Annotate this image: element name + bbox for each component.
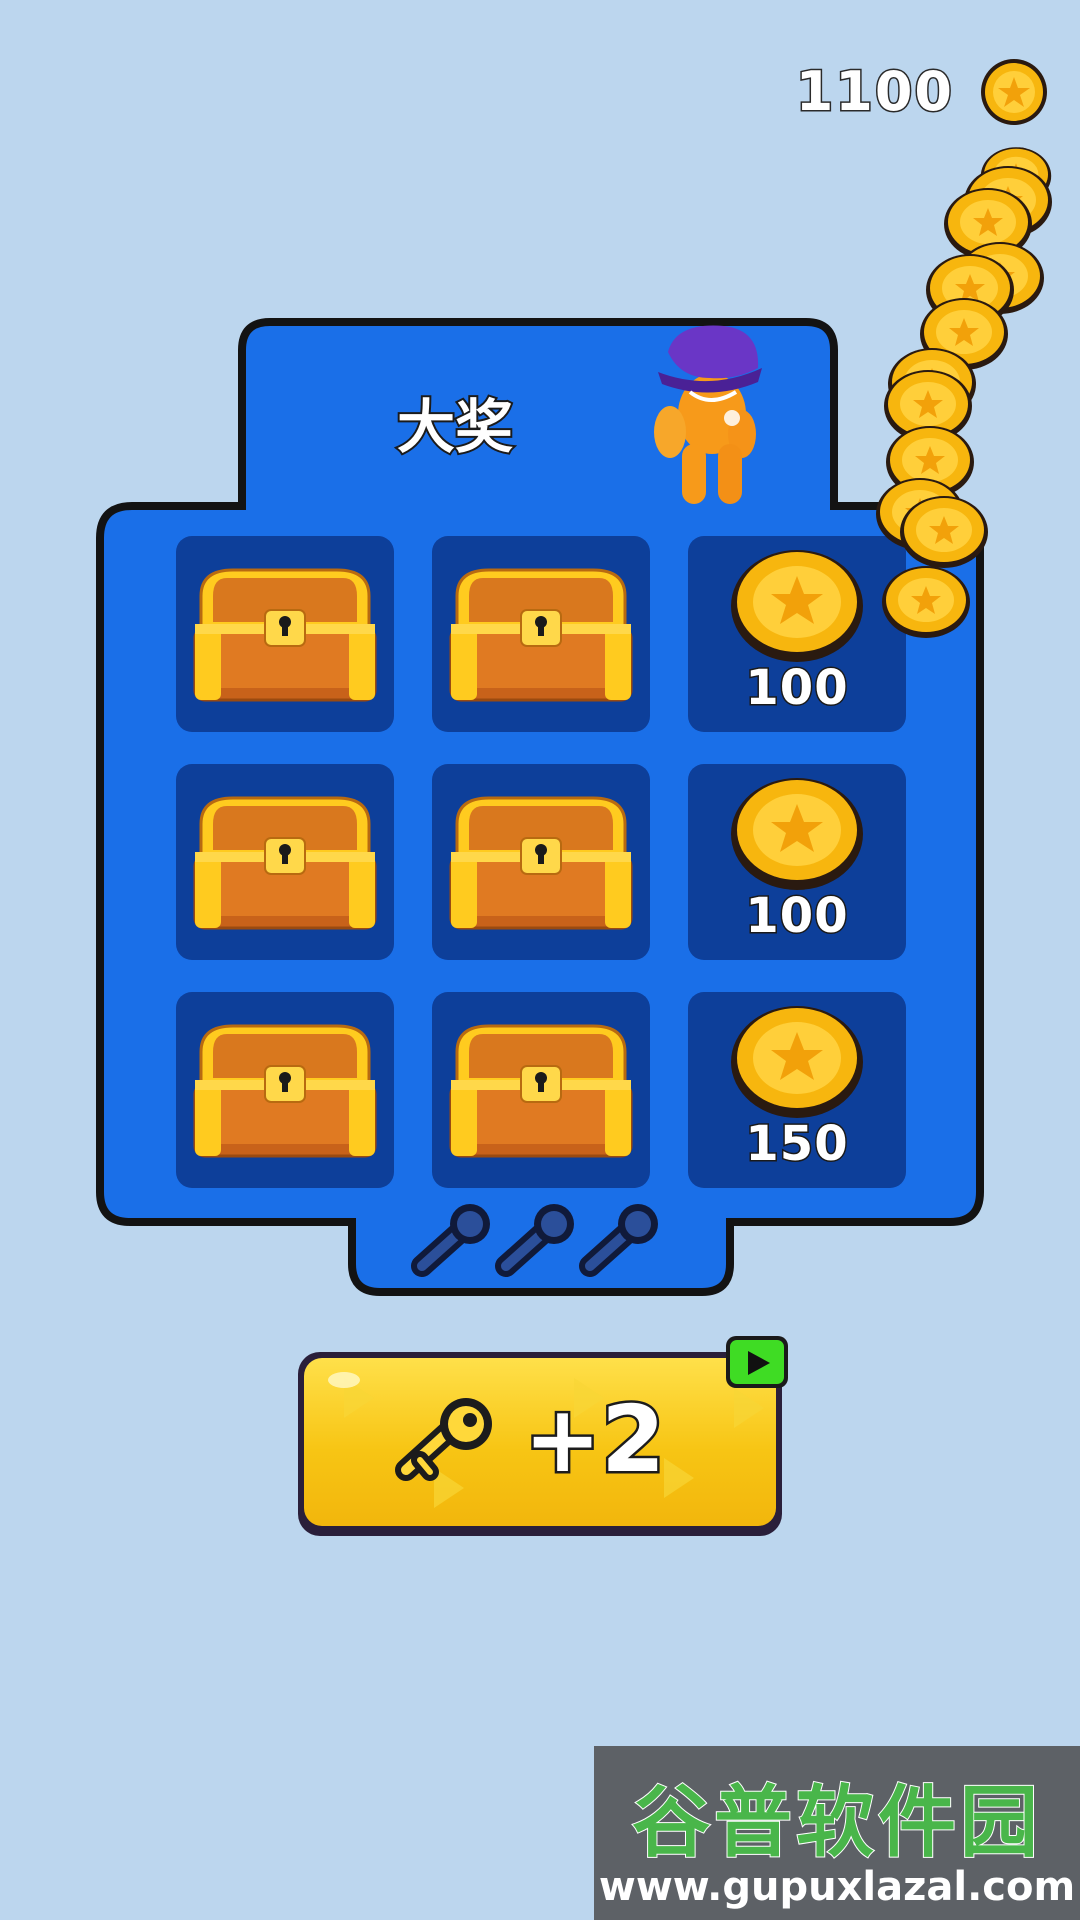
chest-tile[interactable] bbox=[176, 992, 394, 1188]
key-icon bbox=[395, 1398, 492, 1481]
treasure-chest-icon bbox=[449, 1024, 633, 1158]
keys-remaining bbox=[411, 1204, 658, 1277]
add-keys-button-face: +2 bbox=[304, 1358, 776, 1526]
mascot-character bbox=[654, 325, 762, 504]
reward-value: 100 bbox=[744, 887, 849, 946]
treasure-chest-icon bbox=[193, 568, 377, 702]
chest-tile[interactable] bbox=[176, 536, 394, 732]
key-slot-icon bbox=[495, 1204, 574, 1277]
board-title: 大奖 bbox=[395, 391, 515, 463]
treasure-chest-icon bbox=[193, 796, 377, 930]
coin-reward-tile[interactable]: 150 bbox=[688, 992, 906, 1188]
video-play-icon bbox=[748, 1351, 770, 1375]
star-coin-icon bbox=[731, 778, 863, 890]
treasure-chest-icon bbox=[449, 796, 633, 930]
add-keys-button[interactable]: +2 bbox=[298, 1352, 782, 1536]
reward-value: 150 bbox=[744, 1115, 849, 1174]
treasure-chest-icon bbox=[193, 1024, 377, 1158]
chest-tile[interactable] bbox=[176, 764, 394, 960]
star-coin-icon bbox=[731, 550, 863, 662]
video-ad-badge[interactable] bbox=[726, 1336, 788, 1388]
coin-trail bbox=[876, 147, 1052, 638]
chest-tile[interactable] bbox=[432, 992, 650, 1188]
star-coin-icon bbox=[731, 1006, 863, 1118]
watermark-url: www.gupuxlazal.com bbox=[598, 1864, 1076, 1910]
reward-value: 100 bbox=[744, 659, 849, 718]
chest-tile[interactable] bbox=[432, 764, 650, 960]
key-slot-icon bbox=[579, 1204, 658, 1277]
chest-tile[interactable] bbox=[432, 536, 650, 732]
watermark: 谷普软件园 www.gupuxlazal.com bbox=[594, 1746, 1080, 1920]
key-slot-icon bbox=[411, 1204, 490, 1277]
add-keys-label: +2 bbox=[521, 1384, 667, 1496]
watermark-brand: 谷普软件园 bbox=[631, 1777, 1042, 1869]
coin-reward-tile[interactable]: 100 bbox=[688, 764, 906, 960]
treasure-chest-icon bbox=[449, 568, 633, 702]
